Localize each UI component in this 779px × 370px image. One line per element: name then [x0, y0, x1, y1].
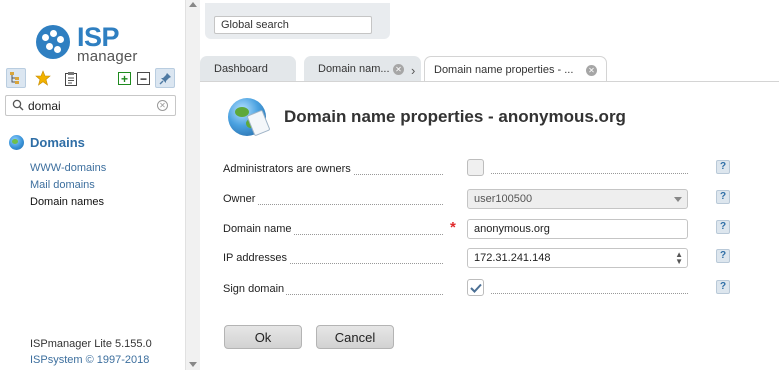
- sidebar-scrollbar[interactable]: [185, 0, 200, 370]
- sidebar-toolbar: + −: [6, 68, 178, 88]
- sidebar-item-domain-names[interactable]: Domain names: [30, 196, 106, 213]
- sign-domain-checkbox[interactable]: [467, 279, 484, 296]
- star-icon[interactable]: [33, 68, 53, 88]
- isp-manager-logo[interactable]: ISP manager: [36, 22, 146, 66]
- tab-domain-name-properties[interactable]: Domain name properties - ... ✕: [424, 56, 607, 83]
- tab-label: Dashboard: [214, 63, 268, 75]
- form-row-domain-name: Domain name * anonymous.org ?: [223, 219, 743, 241]
- logo-mark-icon: [36, 25, 70, 59]
- checkmark-icon: [469, 283, 482, 293]
- help-icon[interactable]: ?: [716, 220, 730, 234]
- scroll-up-arrow-icon[interactable]: [189, 2, 197, 7]
- form-row-owner: Owner user100500 ?: [223, 189, 743, 211]
- sidebar: ISP manager + − ✕ Domains WWW-domains Ma…: [0, 0, 185, 370]
- sidebar-search: ✕: [5, 95, 176, 116]
- copyright-link[interactable]: ISPsystem © 1997-2018: [30, 352, 152, 368]
- chevron-down-icon: [672, 193, 684, 205]
- form-row-sign-domain: Sign domain ?: [223, 279, 743, 301]
- form-row-admins-owners: Administrators are owners ?: [223, 159, 743, 181]
- tab-dashboard[interactable]: Dashboard: [200, 56, 296, 82]
- sidebar-search-input[interactable]: [28, 98, 152, 113]
- sidebar-footer: ISPmanager Lite 5.155.0 ISPsystem © 1997…: [30, 336, 152, 368]
- collapse-minus-icon[interactable]: −: [137, 72, 150, 85]
- chevron-right-icon: ›: [411, 63, 416, 78]
- expand-plus-icon[interactable]: +: [118, 72, 131, 85]
- scroll-down-arrow-icon[interactable]: [189, 362, 197, 367]
- domain-globe-icon: [228, 96, 271, 138]
- sign-domain-label: Sign domain: [223, 283, 287, 295]
- owner-select[interactable]: user100500: [467, 189, 688, 209]
- nav-items: WWW-domains Mail domains Domain names: [30, 162, 106, 213]
- pin-icon[interactable]: [155, 68, 175, 88]
- domain-name-value: anonymous.org: [474, 223, 550, 235]
- globe-icon: [9, 135, 24, 150]
- required-marker: *: [450, 219, 456, 236]
- logo-text-manager: manager: [77, 48, 138, 65]
- nav-group-label: Domains: [30, 135, 85, 150]
- close-tab-icon[interactable]: ✕: [393, 64, 404, 75]
- global-search-panel: Global search: [205, 3, 390, 39]
- page-title: Domain name properties - anonymous.org: [284, 107, 626, 126]
- clear-search-icon[interactable]: ✕: [157, 100, 168, 111]
- tab-label: Domain nam...: [318, 63, 390, 75]
- owner-value: user100500: [474, 193, 533, 205]
- admins-owners-label: Administrators are owners: [223, 163, 353, 175]
- main-form-panel: Domain name properties - anonymous.org A…: [200, 82, 779, 370]
- tree-icon[interactable]: [6, 68, 26, 88]
- header: Global search Dashboard Domain nam... ✕ …: [200, 0, 779, 83]
- search-icon: [12, 99, 24, 114]
- clipboard-icon[interactable]: [61, 68, 81, 88]
- global-search-input[interactable]: Global search: [214, 16, 372, 34]
- domain-name-field[interactable]: anonymous.org: [467, 219, 688, 239]
- ip-addresses-value: 172.31.241.148: [474, 252, 551, 264]
- owner-label: Owner: [223, 193, 258, 205]
- nav-group-domains[interactable]: Domains: [9, 135, 85, 150]
- ip-addresses-field[interactable]: 172.31.241.148 ▲ ▼: [467, 248, 688, 268]
- sidebar-item-www-domains[interactable]: WWW-domains: [30, 162, 106, 179]
- form-title-row: Domain name properties - anonymous.org: [228, 96, 626, 138]
- form-row-ip-addresses: IP addresses 172.31.241.148 ▲ ▼ ?: [223, 248, 743, 270]
- ip-addresses-label: IP addresses: [223, 252, 290, 264]
- help-icon[interactable]: ?: [716, 190, 730, 204]
- cancel-button[interactable]: Cancel: [316, 325, 394, 349]
- ok-button[interactable]: Ok: [224, 325, 302, 349]
- close-tab-icon[interactable]: ✕: [586, 65, 597, 76]
- admins-owners-checkbox[interactable]: [467, 159, 484, 176]
- help-icon[interactable]: ?: [716, 280, 730, 294]
- domain-name-label: Domain name: [223, 223, 294, 235]
- version-text: ISPmanager Lite 5.155.0: [30, 338, 152, 350]
- tab-domain-names[interactable]: Domain nam... ✕: [304, 56, 421, 82]
- help-icon[interactable]: ?: [716, 249, 730, 263]
- help-icon[interactable]: ?: [716, 160, 730, 174]
- sidebar-item-mail-domains[interactable]: Mail domains: [30, 179, 106, 196]
- spinner-arrows-icon[interactable]: ▲ ▼: [675, 251, 683, 266]
- tab-label: Domain name properties - ...: [434, 64, 574, 76]
